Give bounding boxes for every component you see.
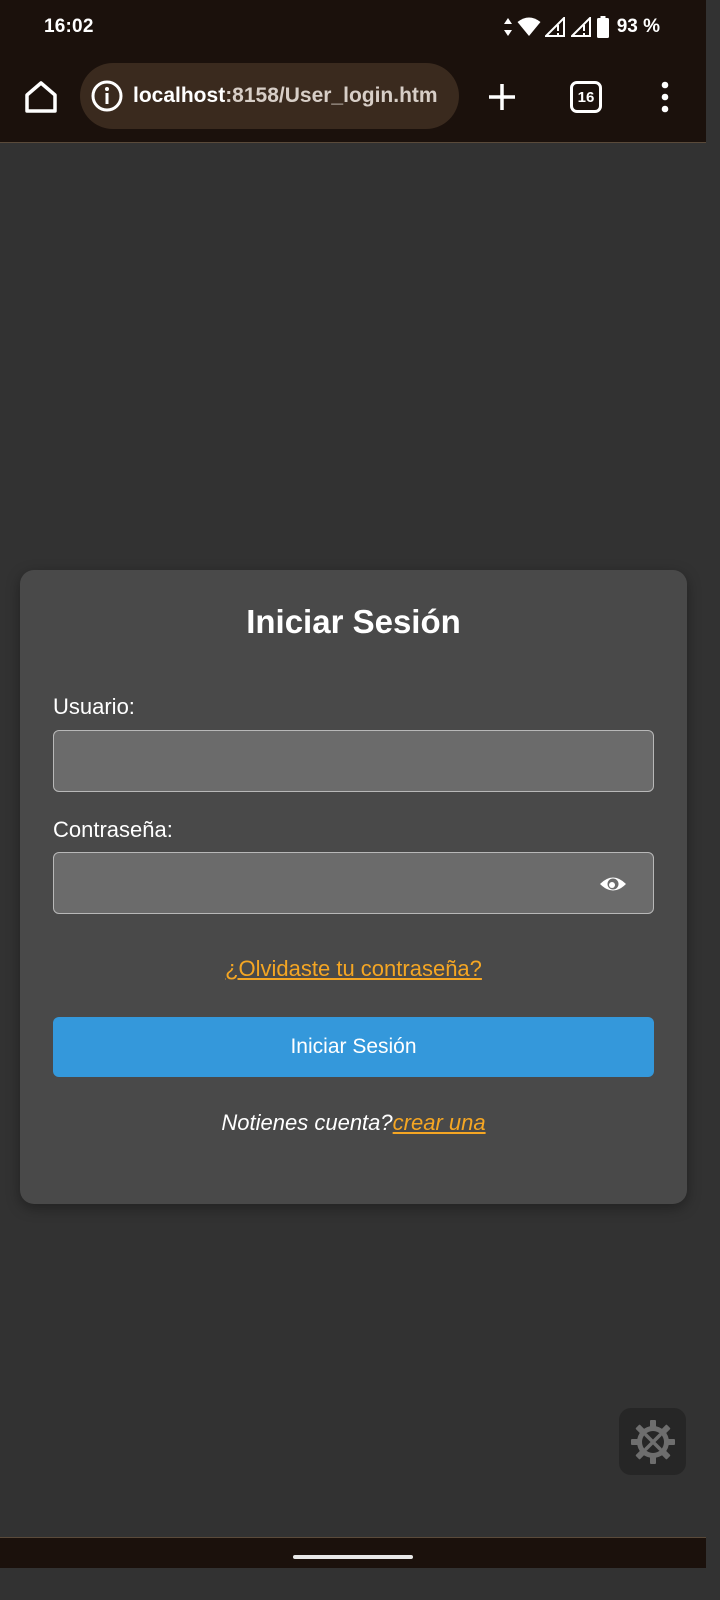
signup-row: Notienes cuenta?crear una <box>20 1110 687 1136</box>
url-text: localhost:8158/User_login.htm <box>133 84 438 108</box>
status-time: 16:02 <box>44 16 94 37</box>
data-arrows-icon <box>503 17 513 37</box>
signal-icon <box>544 17 567 37</box>
username-label: Usuario: <box>53 694 135 719</box>
browser-menu-button[interactable] <box>654 80 676 114</box>
home-icon <box>25 81 57 113</box>
forgot-password-link[interactable]: ¿Olvidaste tu contraseña? <box>20 956 687 982</box>
wifi-icon <box>517 17 541 37</box>
page-title: Iniciar Sesión <box>246 603 461 640</box>
url-bar[interactable]: localhost:8158/User_login.htm <box>80 63 459 129</box>
show-password-button[interactable] <box>598 869 628 899</box>
username-input[interactable] <box>53 730 654 792</box>
home-button[interactable] <box>22 78 60 116</box>
url-host: localhost <box>133 84 226 107</box>
tools-gear-icon <box>630 1419 675 1464</box>
signal-icon-2 <box>570 17 593 37</box>
tab-switcher-button[interactable]: 16 <box>570 81 602 113</box>
login-submit-button[interactable]: Iniciar Sesión <box>53 1017 654 1077</box>
password-label: Contraseña: <box>53 817 173 842</box>
battery-icon <box>596 16 609 38</box>
info-icon[interactable] <box>90 79 124 113</box>
plus-icon <box>489 84 515 110</box>
home-gesture-handle[interactable] <box>293 1555 413 1559</box>
new-tab-button[interactable] <box>486 81 518 113</box>
status-bar: 16:02 93 % <box>0 0 706 54</box>
password-input[interactable] <box>53 852 654 914</box>
more-vert-icon <box>661 81 669 113</box>
battery-percent: 93 % <box>616 16 660 37</box>
eye-icon <box>600 877 626 891</box>
no-account-text: Notienes cuenta? <box>221 1110 393 1135</box>
system-nav-bar <box>0 1537 706 1568</box>
create-account-link[interactable]: crear una <box>393 1110 486 1135</box>
status-icons: 93 % <box>503 14 660 40</box>
dev-tools-button[interactable] <box>619 1408 686 1475</box>
login-card: Iniciar Sesión Usuario: Contraseña: ¿Olv… <box>20 570 687 1204</box>
url-path: :8158/User_login.htm <box>225 84 438 107</box>
browser-toolbar: localhost:8158/User_login.htm 16 <box>0 54 706 143</box>
